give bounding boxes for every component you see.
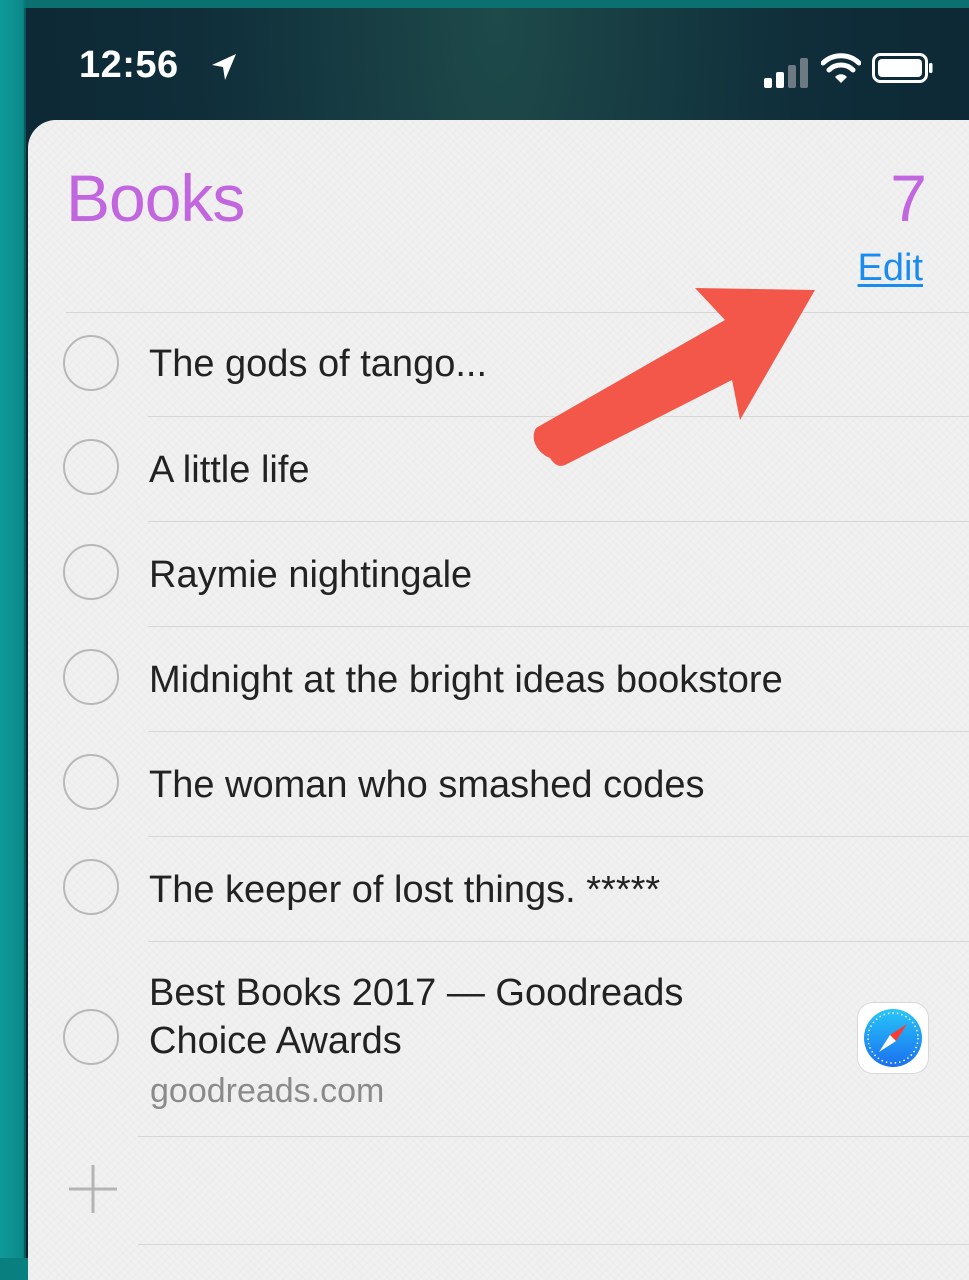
complete-checkbox[interactable] (63, 544, 119, 600)
cellular-signal-icon (764, 58, 808, 88)
list-title: Books (66, 161, 245, 235)
red-arrow-icon (533, 288, 815, 466)
edit-button[interactable]: Edit (858, 247, 923, 290)
complete-checkbox[interactable] (63, 649, 119, 705)
complete-checkbox[interactable] (63, 439, 119, 495)
row-divider (138, 1136, 969, 1137)
complete-checkbox[interactable] (63, 335, 119, 391)
list-item[interactable]: The woman who smashed codes (28, 732, 969, 836)
location-arrow-icon (212, 54, 236, 80)
status-time: 12:56 (79, 44, 179, 86)
item-title-line-1: Best Books 2017 — Goodreads (149, 972, 684, 1014)
item-title: Raymie nightingale (149, 554, 473, 596)
item-title-line-2: Choice Awards (149, 1020, 402, 1062)
list-item[interactable]: Best Books 2017 — Goodreads Choice Award… (28, 942, 969, 1136)
item-count: 7 (890, 161, 927, 235)
list-item[interactable]: The keeper of lost things. ***** (28, 837, 969, 941)
wifi-icon (821, 53, 861, 83)
item-title: The keeper of lost things. ***** (149, 869, 661, 911)
list-item[interactable]: Midnight at the bright ideas bookstore (28, 627, 969, 731)
item-title: The gods of tango... (149, 343, 488, 385)
item-title: A little life (149, 449, 310, 491)
complete-checkbox[interactable] (63, 754, 119, 810)
add-row-divider (138, 1244, 969, 1245)
safari-icon[interactable] (857, 1002, 929, 1074)
item-title: Midnight at the bright ideas bookstore (149, 659, 783, 701)
status-bar: 12:56 (24, 8, 969, 120)
item-url: goodreads.com (150, 1072, 385, 1110)
complete-checkbox[interactable] (63, 859, 119, 915)
battery-icon (872, 53, 933, 83)
item-title: The woman who smashed codes (149, 764, 705, 806)
complete-checkbox[interactable] (63, 1009, 119, 1065)
list-item[interactable]: Raymie nightingale (28, 522, 969, 626)
plus-icon[interactable] (67, 1163, 119, 1215)
